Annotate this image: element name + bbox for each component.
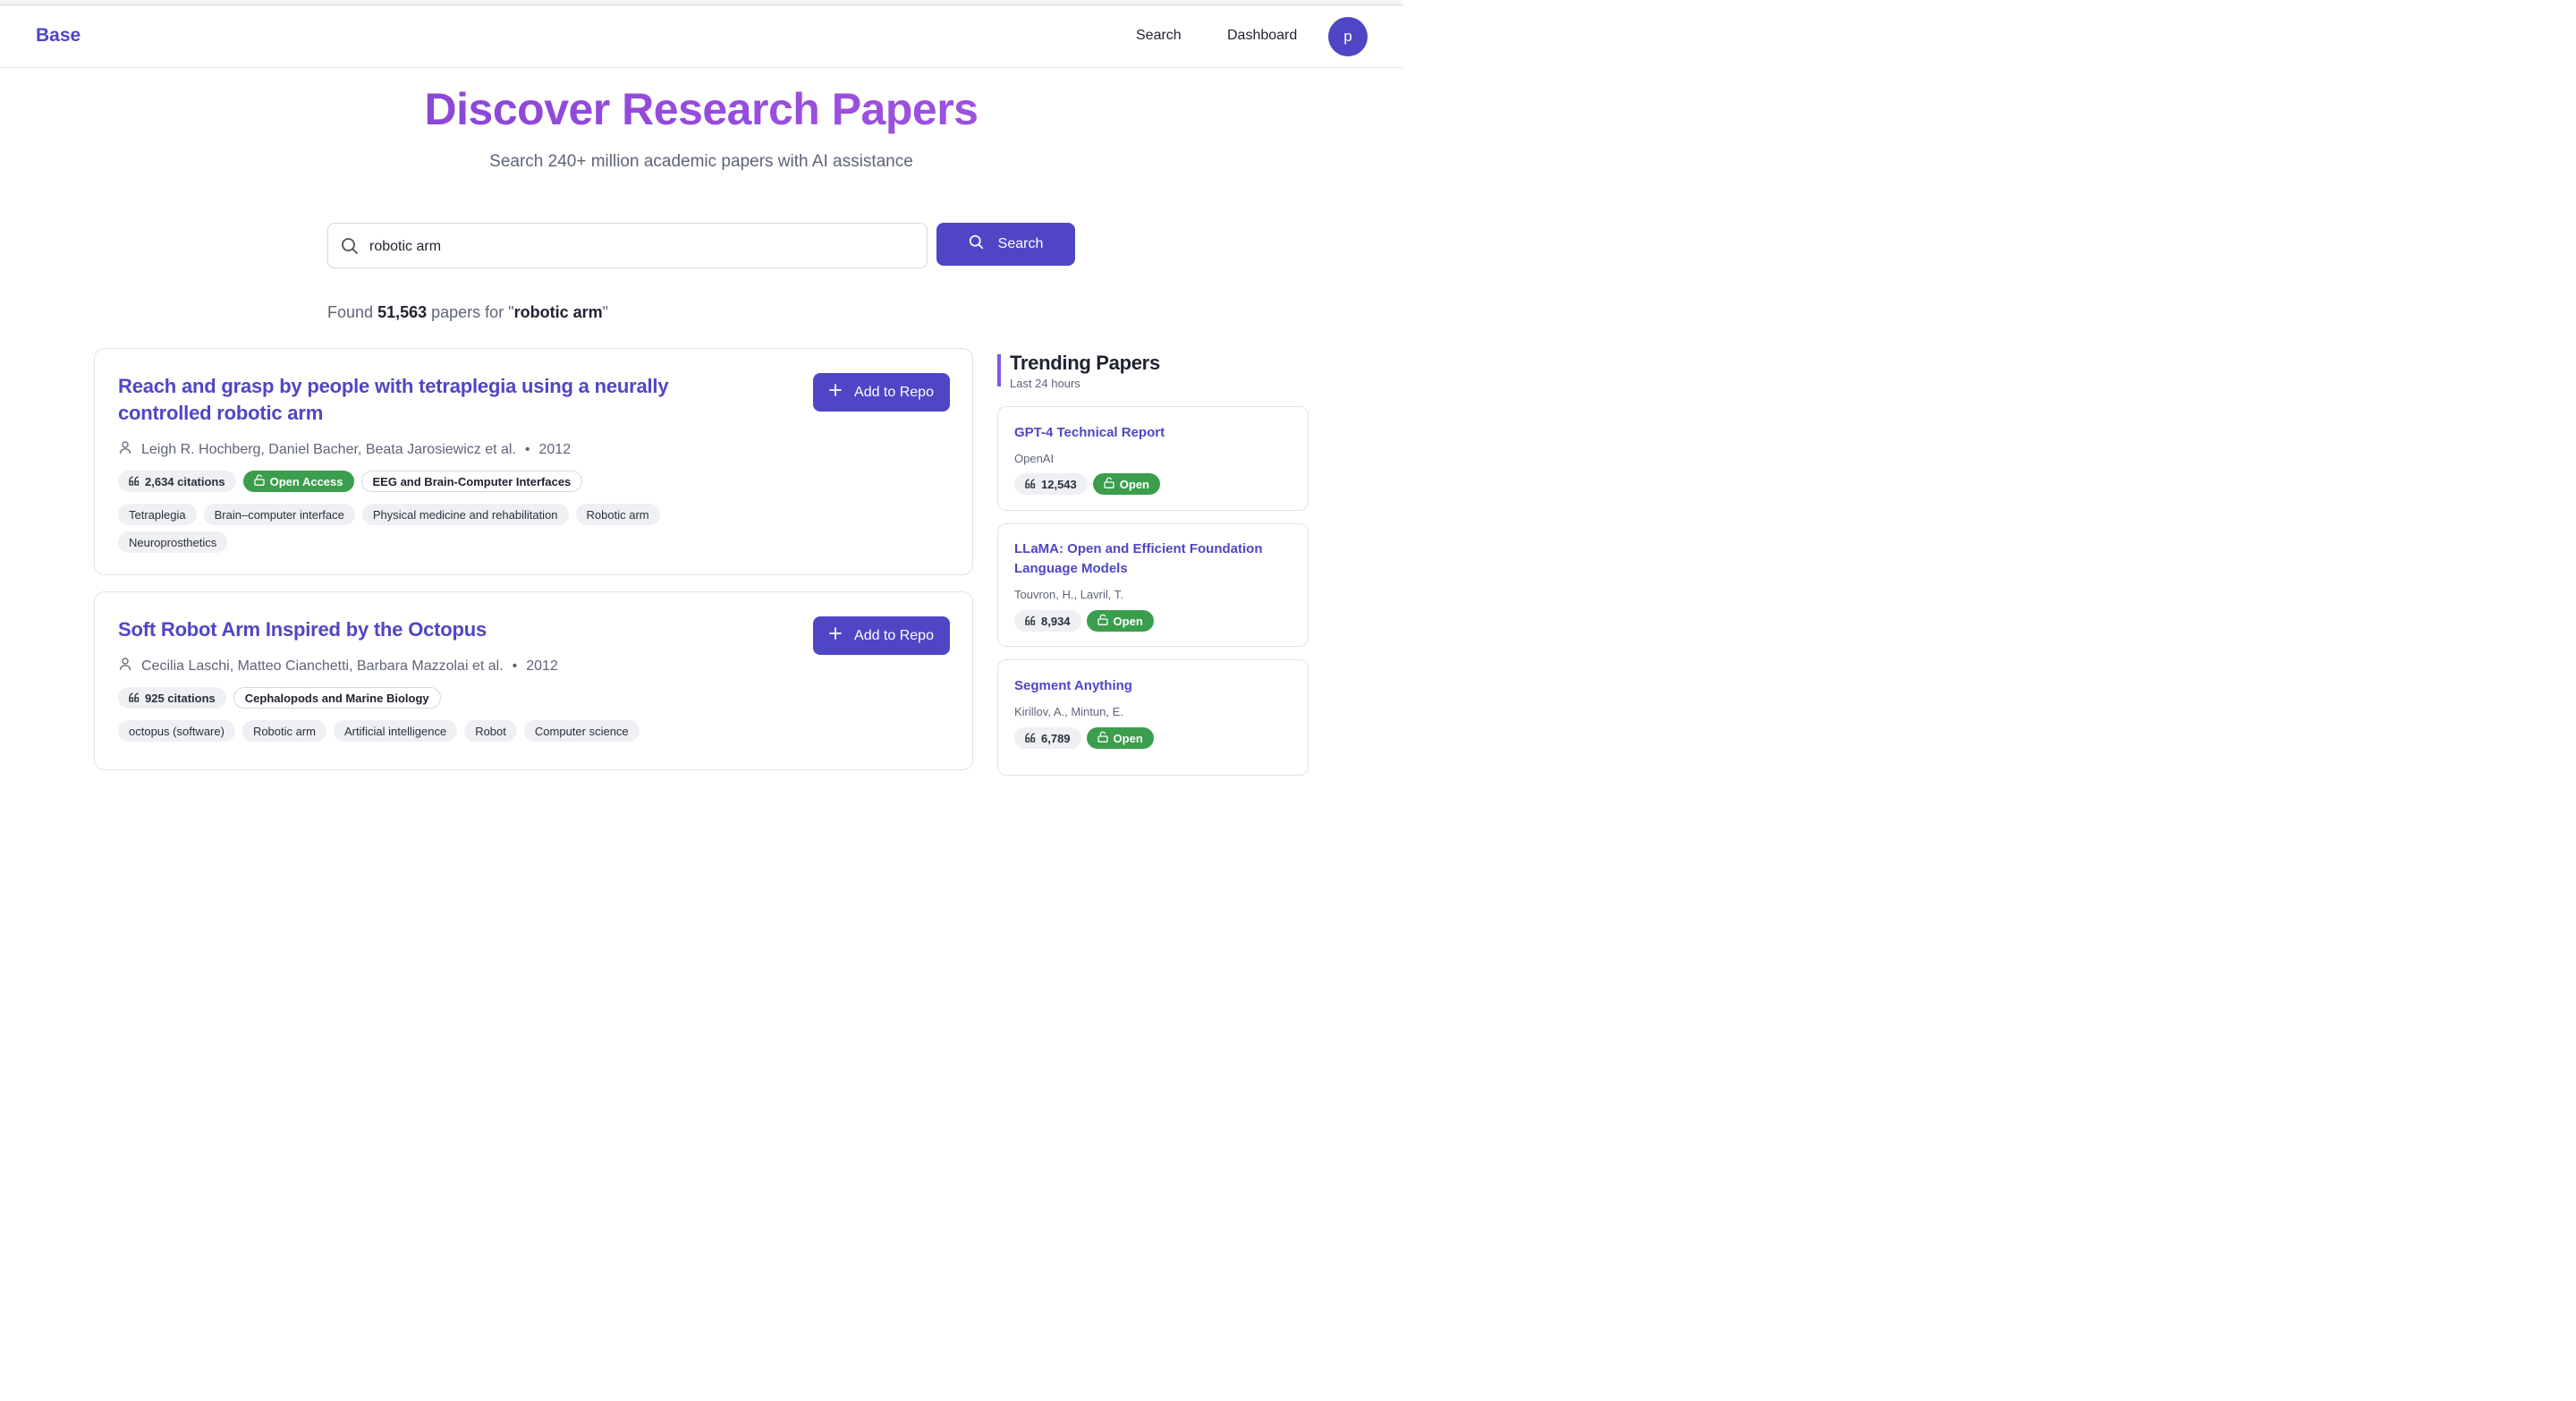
- quote-icon: [1025, 615, 1036, 628]
- trending-card[interactable]: Segment Anything Kirillov, A., Mintun, E…: [997, 659, 1309, 776]
- results-count: 51,563: [377, 303, 428, 321]
- citation-badge: 2,634 citations: [118, 471, 236, 492]
- result-badges: 925 citations Cephalopods and Marine Bio…: [118, 687, 726, 709]
- topic-tag[interactable]: Artificial intelligence: [334, 720, 458, 742]
- trending-paper-authors: OpenAI: [1014, 452, 1055, 465]
- page-title: Discover Research Papers: [0, 83, 1402, 135]
- open-access-badge: Open: [1092, 473, 1160, 495]
- meta-separator: •: [524, 441, 530, 457]
- add-to-repo-button[interactable]: Add to Repo: [813, 616, 950, 655]
- trending-paper-badges: 12,543 Open: [1014, 473, 1160, 495]
- trending-paper-badges: 8,934 Open: [1014, 610, 1154, 632]
- results-query: robotic arm: [513, 303, 603, 321]
- add-to-repo-label: Add to Repo: [854, 384, 934, 400]
- unlock-icon: [253, 474, 265, 488]
- quote-icon: [1025, 478, 1036, 491]
- trending-subtitle: Last 24 hours: [1010, 377, 1080, 390]
- topic-tag[interactable]: Robot: [464, 720, 517, 742]
- search-button-label: Search: [997, 236, 1044, 251]
- trending-paper-authors: Kirillov, A., Mintun, E.: [1014, 705, 1123, 718]
- result-year: 2012: [538, 441, 572, 457]
- topic-tag[interactable]: Brain–computer interface: [203, 504, 355, 525]
- open-access-badge: Open: [1086, 727, 1154, 749]
- field-badge[interactable]: EEG and Brain-Computer Interfaces: [360, 471, 583, 492]
- result-card: Soft Robot Arm Inspired by the Octopus A…: [94, 591, 973, 770]
- trending-card[interactable]: GPT-4 Technical Report OpenAI 12,543 Ope…: [997, 406, 1309, 511]
- quote-icon: [1025, 732, 1036, 745]
- search-button[interactable]: Search: [936, 223, 1075, 266]
- citation-badge: 8,934: [1014, 610, 1081, 632]
- result-authors: Leigh R. Hochberg, Daniel Bacher, Beata …: [141, 441, 516, 457]
- search-input[interactable]: [368, 234, 908, 259]
- citation-badge: 12,543: [1014, 473, 1088, 495]
- topic-tag[interactable]: Physical medicine and rehabilitation: [361, 504, 569, 525]
- result-meta: Cecilia Laschi, Matteo Cianchetti, Barba…: [118, 657, 558, 675]
- add-to-repo-button[interactable]: Add to Repo: [813, 373, 950, 412]
- field-badge[interactable]: Cephalopods and Marine Biology: [233, 687, 441, 709]
- unlock-icon: [1097, 614, 1108, 628]
- topic-tag[interactable]: Computer science: [523, 720, 640, 742]
- topic-tag[interactable]: Tetraplegia: [118, 504, 197, 525]
- topic-tag[interactable]: octopus (software): [118, 720, 235, 742]
- citation-badge: 6,789: [1014, 727, 1081, 749]
- result-tags: octopus (software) Robotic arm Artificia…: [118, 720, 726, 742]
- trending-paper-badges: 6,789 Open: [1014, 727, 1154, 749]
- trending-paper-authors: Touvron, H., Lavril, T.: [1014, 588, 1123, 601]
- topic-tag[interactable]: Neuroprosthetics: [118, 531, 228, 553]
- plus-icon: [829, 627, 842, 644]
- top-navbar: Base Search Dashboard p: [0, 5, 1402, 68]
- user-avatar[interactable]: p: [1328, 17, 1368, 56]
- trending-paper-title[interactable]: GPT-4 Technical Report: [1014, 423, 1292, 443]
- result-year: 2012: [526, 658, 558, 674]
- add-to-repo-label: Add to Repo: [854, 627, 934, 643]
- citation-badge: 925 citations: [118, 687, 226, 709]
- trending-card[interactable]: LLaMA: Open and Efficient Foundation Lan…: [997, 523, 1309, 647]
- results-summary: Found 51,563 papers for "robotic arm": [327, 303, 609, 321]
- open-access-badge: Open Access: [242, 471, 354, 492]
- unlock-icon: [1097, 731, 1108, 745]
- topic-tag[interactable]: Robotic arm: [575, 504, 660, 525]
- page-subtitle: Search 240+ million academic papers with…: [489, 152, 913, 171]
- nav-search-link[interactable]: Search: [1136, 28, 1182, 44]
- result-card: Reach and grasp by people with tetrapleg…: [94, 348, 973, 575]
- result-meta: Leigh R. Hochberg, Daniel Bacher, Beata …: [118, 440, 571, 459]
- nav-dashboard-link[interactable]: Dashboard: [1227, 28, 1297, 44]
- trending-header: Trending Papers Last 24 hours: [997, 352, 1160, 390]
- search-icon: [969, 234, 984, 254]
- search-field[interactable]: [327, 223, 928, 268]
- trending-title: Trending Papers: [1010, 352, 1160, 374]
- open-access-badge: Open: [1086, 610, 1154, 632]
- user-icon: [118, 657, 132, 675]
- result-badges: 2,634 citations Open Access EEG and Brai…: [118, 471, 726, 492]
- result-authors: Cecilia Laschi, Matteo Cianchetti, Barba…: [141, 658, 504, 674]
- plus-icon: [829, 384, 842, 401]
- quote-icon: [129, 692, 140, 705]
- result-tags: Tetraplegia Brain–computer interface Phy…: [118, 504, 726, 553]
- user-icon: [118, 440, 132, 459]
- brand-logo[interactable]: Base: [36, 25, 80, 47]
- trending-paper-title[interactable]: Segment Anything: [1014, 676, 1292, 696]
- result-title-link[interactable]: Soft Robot Arm Inspired by the Octopus: [118, 616, 762, 643]
- topic-tag[interactable]: Robotic arm: [242, 720, 327, 742]
- search-icon: [341, 237, 359, 259]
- result-title-link[interactable]: Reach and grasp by people with tetrapleg…: [118, 373, 762, 427]
- trending-paper-title[interactable]: LLaMA: Open and Efficient Foundation Lan…: [1014, 539, 1292, 579]
- quote-icon: [129, 475, 140, 488]
- unlock-icon: [1104, 477, 1114, 491]
- meta-separator: •: [512, 658, 518, 674]
